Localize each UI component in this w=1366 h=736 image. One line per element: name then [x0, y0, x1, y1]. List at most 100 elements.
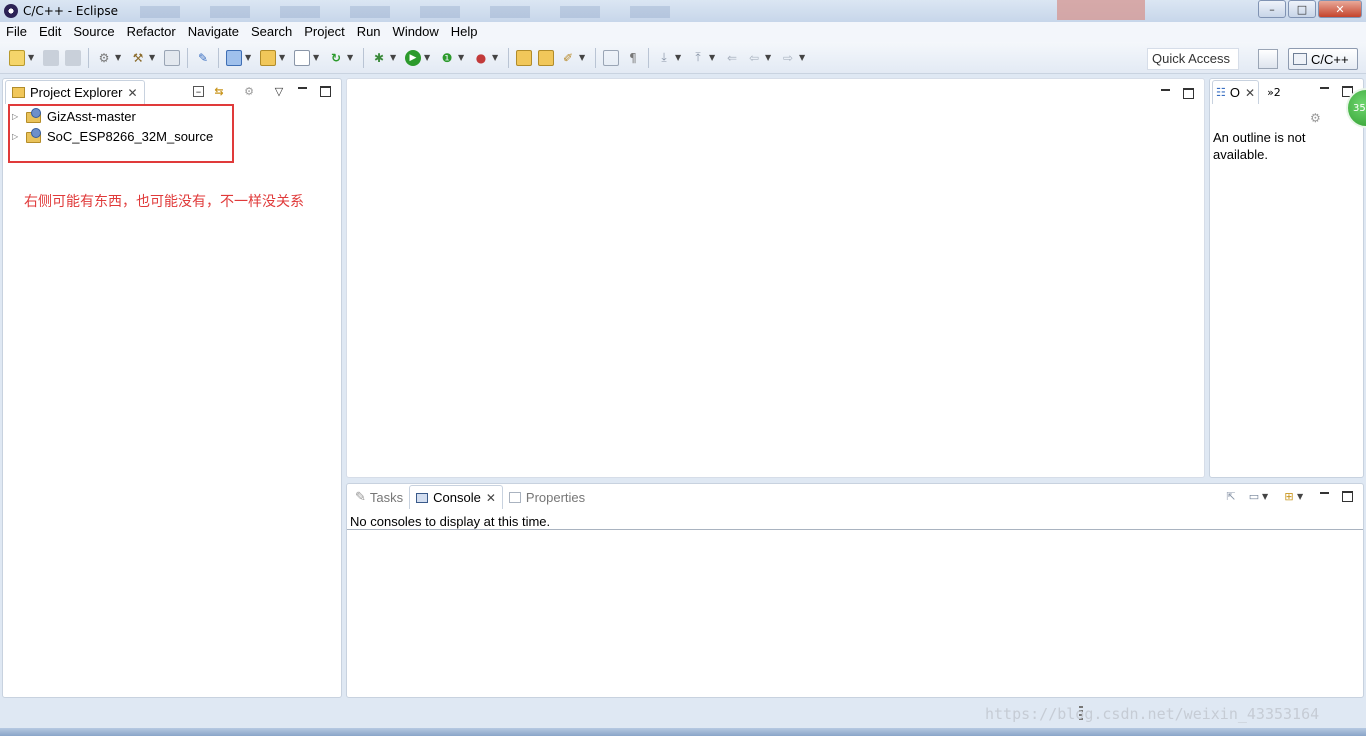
debug-tool-icon[interactable]: ✎ [195, 50, 211, 66]
show-whitespace-icon[interactable]: ¶ [625, 50, 641, 66]
editor-area[interactable] [346, 78, 1205, 478]
close-icon[interactable]: ✕ [486, 491, 496, 505]
minimize-view-icon[interactable] [1316, 83, 1332, 99]
display-console-dropdown-icon[interactable]: ▼ [1262, 492, 1270, 501]
pin-console-icon[interactable]: ⇱ [1223, 488, 1239, 504]
new-file-dropdown-icon[interactable]: ▼ [313, 53, 321, 62]
project-explorer-icon [12, 87, 25, 98]
tab-project-explorer[interactable]: Project Explorer ✕ [5, 80, 145, 104]
run-config-icon[interactable]: ❶ [439, 50, 455, 66]
menu-project[interactable]: Project [298, 22, 350, 42]
next-annotation-dropdown-icon[interactable]: ▼ [675, 53, 683, 62]
menu-file[interactable]: File [0, 22, 33, 42]
filters-icon[interactable]: ⚙ [241, 83, 257, 99]
hammer-icon[interactable]: ⚒ [130, 50, 146, 66]
gear-icon[interactable]: ⚙ [96, 50, 112, 66]
menu-search[interactable]: Search [245, 22, 298, 42]
window-controls: – □ ✕ [1256, 0, 1362, 18]
new-folder-dropdown-icon[interactable]: ▼ [279, 53, 287, 62]
minimize-view-icon[interactable] [294, 83, 310, 99]
refresh-dropdown-icon[interactable]: ▼ [347, 53, 355, 62]
tab-outline[interactable]: ☷ O ✕ [1212, 80, 1260, 104]
tasks-icon: ✎ [355, 489, 366, 504]
project-explorer-panel: Project Explorer ✕ – ⇆ ⚙ ▽ [2, 78, 342, 698]
menu-source[interactable]: Source [67, 22, 120, 42]
menu-refactor[interactable]: Refactor [121, 22, 182, 42]
run-icon[interactable]: ▶ [405, 49, 421, 66]
new-class-dropdown-icon[interactable]: ▼ [245, 53, 253, 62]
run-dropdown-icon[interactable]: ▼ [424, 53, 432, 62]
tab-properties[interactable]: Properties [503, 485, 591, 509]
minimize-view-icon[interactable] [1316, 488, 1332, 504]
console-panel: ✎ Tasks Console ✕ Properties ⇱ ▭ ▼ ⊞ ▼ No … [346, 483, 1364, 698]
external-tools-dropdown-icon[interactable]: ▼ [492, 53, 500, 62]
close-icon[interactable]: ✕ [127, 86, 137, 100]
link-editor-icon[interactable]: ⇆ [211, 83, 227, 99]
minimize-editor-icon[interactable] [1157, 85, 1173, 101]
next-annotation-icon[interactable]: ⤓ [656, 50, 672, 66]
toggle-mark-icon[interactable] [603, 49, 619, 66]
open-type-icon[interactable] [516, 49, 532, 66]
menu-run[interactable]: Run [351, 22, 387, 42]
maximize-view-icon[interactable] [317, 83, 333, 99]
project-explorer-view-buttons: – ⇆ ⚙ ▽ [186, 83, 333, 99]
debug-dropdown-icon[interactable]: ▼ [390, 53, 398, 62]
open-console-dropdown-icon[interactable]: ▼ [1297, 492, 1305, 501]
display-console-icon[interactable]: ▭ [1246, 488, 1262, 504]
menu-help[interactable]: Help [445, 22, 484, 42]
eclipse-icon [4, 4, 18, 18]
save-icon[interactable] [43, 49, 59, 66]
prev-annotation-dropdown-icon[interactable]: ▼ [709, 53, 717, 62]
brush-icon[interactable]: ✐ [560, 50, 576, 66]
close-button[interactable]: ✕ [1318, 0, 1362, 18]
outline-message: An outline is not available. [1213, 130, 1306, 162]
menu-navigate[interactable]: Navigate [182, 22, 245, 42]
window-title: C/C++ - Eclipse [23, 4, 118, 18]
back-icon[interactable]: ⇦ [746, 50, 762, 66]
maximize-button[interactable]: □ [1288, 0, 1316, 18]
console-divider [347, 529, 1363, 530]
forward-icon[interactable]: ⇨ [780, 50, 796, 66]
new-dropdown-icon[interactable]: ▼ [28, 53, 36, 62]
tab-console[interactable]: Console ✕ [409, 485, 503, 509]
bug-icon[interactable]: ✱ [371, 50, 387, 66]
open-perspective-icon[interactable] [1258, 49, 1278, 69]
new-folder-icon[interactable] [260, 49, 276, 66]
outline-filters-icon[interactable]: ⚙ [1310, 111, 1321, 125]
brush-dropdown-icon[interactable]: ▼ [579, 53, 587, 62]
quick-access-input[interactable]: Quick Access [1147, 48, 1239, 70]
collapse-all-icon[interactable]: – [193, 85, 204, 98]
toolbar-separator [218, 47, 219, 68]
outline-header: ☷ O ✕ »2 [1210, 79, 1363, 105]
watermark: https://blog.csdn.net/weixin_43353164 [985, 705, 1320, 723]
binary-icon[interactable] [164, 49, 180, 66]
gear-dropdown-icon[interactable]: ▼ [115, 53, 123, 62]
minimize-button[interactable]: – [1258, 0, 1286, 18]
annotation-text: 右侧可能有东西，也可能没有，不一样没关系 [24, 194, 304, 210]
forward-dropdown-icon[interactable]: ▼ [799, 53, 807, 62]
new-file-icon[interactable] [294, 49, 310, 66]
tab-tasks[interactable]: ✎ Tasks [349, 485, 409, 509]
last-edit-icon[interactable]: ⇐ [724, 50, 740, 66]
run-config-dropdown-icon[interactable]: ▼ [458, 53, 466, 62]
save-all-icon[interactable] [65, 49, 81, 66]
refresh-icon[interactable]: ↻ [328, 50, 344, 66]
new-class-icon[interactable] [226, 49, 242, 66]
menu-edit[interactable]: Edit [33, 22, 67, 42]
console-icon [416, 492, 429, 503]
cpp-perspective-icon [1293, 53, 1307, 65]
build-dropdown-icon[interactable]: ▼ [149, 53, 157, 62]
overflow-tabs-label[interactable]: »2 [1267, 86, 1281, 99]
maximize-view-icon[interactable] [1339, 488, 1355, 504]
close-icon[interactable]: ✕ [1245, 86, 1255, 100]
menu-window[interactable]: Window [387, 22, 445, 42]
external-tools-icon[interactable]: ● [473, 50, 489, 66]
back-dropdown-icon[interactable]: ▼ [765, 53, 773, 62]
open-console-icon[interactable]: ⊞ [1281, 488, 1297, 504]
cpp-perspective-button[interactable]: C/C++ [1288, 48, 1358, 70]
maximize-editor-icon[interactable] [1180, 85, 1196, 101]
open-folder-icon[interactable] [538, 49, 554, 66]
prev-annotation-icon[interactable]: ⤒ [690, 50, 706, 66]
new-icon[interactable] [9, 49, 25, 66]
view-menu-icon[interactable]: ▽ [271, 83, 287, 99]
